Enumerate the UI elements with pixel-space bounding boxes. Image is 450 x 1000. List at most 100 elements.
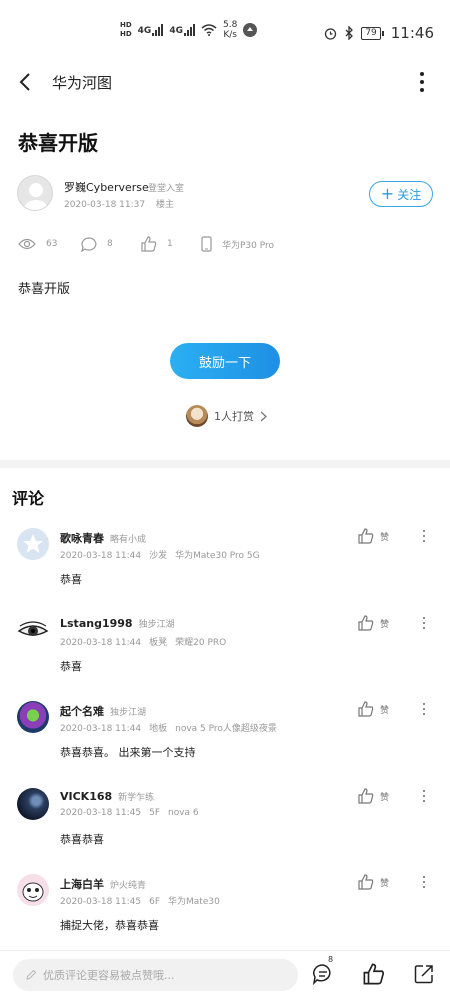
comment-author-level: 独步江湖 (110, 708, 147, 718)
encourage-button[interactable]: 鼓励一下 (170, 343, 280, 379)
comment-avatar[interactable] (17, 701, 49, 733)
like-count: 1 (167, 239, 173, 249)
comment-like-button[interactable]: 赞 (358, 701, 389, 717)
section-divider (0, 460, 450, 468)
comment-like-button[interactable]: 赞 (358, 615, 389, 631)
wifi-icon (201, 24, 217, 36)
comment-item: Lstang1998 独步江湖 2020-03-18 11:44 板凳 荣耀20 PR… (0, 615, 450, 701)
comment-device: 华为Mate30 (168, 897, 220, 907)
comments-button[interactable] (312, 963, 334, 986)
speed-value: 5.8 (222, 20, 238, 30)
comment-author-level: 独步江湖 (138, 620, 175, 630)
thumb-up-icon (363, 963, 384, 985)
comment-author: 歌咏青春 略有小成 (60, 530, 146, 546)
comment-device: nova 6 (168, 808, 199, 818)
author-row: 罗巍Cyberverse 登堂入室 2020-03-18 11:37 楼主 + … (17, 175, 433, 215)
plus-icon: + (380, 184, 395, 203)
comment-author-name[interactable]: VICK168 (60, 790, 112, 803)
network-indicators: HD HD 4G 4G 5.8 K/s (120, 20, 258, 40)
eye-icon (18, 238, 36, 250)
comment-input-placeholder: 优质评论更容易被点赞哦... (43, 969, 175, 982)
post-detail-screen: HD HD 4G 4G 5.8 K/s 79 11:46 华为河图 恭喜开版 罗… (0, 0, 450, 1000)
comment-author: 起个名难 独步江湖 (60, 703, 146, 719)
comment-more-button[interactable] (418, 528, 430, 544)
more-options-button[interactable] (412, 68, 432, 96)
comment-author-name[interactable]: 起个名难 (60, 705, 104, 718)
comment-item: 上海白羊 炉火纯青 2020-03-18 11:45 6F 华为Mate30 捕捉大佬… (0, 874, 450, 960)
author-name[interactable]: 罗巍Cyberverse (64, 179, 149, 195)
comment-bubble-icon (312, 964, 331, 986)
comment-floor: 地板 (149, 724, 168, 734)
share-icon (414, 965, 433, 984)
comment-date: 2020-03-18 11:44 (60, 638, 142, 648)
status-bar: HD HD 4G 4G 5.8 K/s 79 11:46 (0, 18, 450, 52)
author-meta: 2020-03-18 11:37 楼主 (64, 197, 182, 210)
comment-more-button[interactable] (418, 701, 430, 717)
comment-item: 歌咏青春 略有小成 2020-03-18 11:44 沙发 华为Mate30 Pro … (0, 528, 450, 614)
comment-author-level: 炉火纯青 (110, 881, 147, 891)
comment-device: nova 5 Pro人像超级夜景 (175, 724, 277, 734)
like-post-button[interactable] (363, 963, 385, 985)
comment-meta: 2020-03-18 11:44 地板 nova 5 Pro人像超级夜景 (60, 721, 285, 734)
comment-more-button[interactable] (418, 615, 430, 631)
thumb-up-icon (358, 615, 374, 631)
comment-text: 恭喜 (60, 573, 82, 586)
comment-author-name[interactable]: Lstang1998 (60, 617, 133, 630)
post-title: 恭喜开版 (18, 131, 98, 155)
comment-author-level: 新学乍练 (118, 793, 155, 803)
thumb-up-icon (358, 701, 374, 717)
back-button[interactable] (0, 60, 50, 104)
view-stat: 63 (18, 238, 81, 250)
comment-more-button[interactable] (418, 788, 430, 804)
comment-date: 2020-03-18 11:44 (60, 551, 142, 561)
battery-level: 79 (361, 26, 381, 40)
thumb-up-icon (358, 874, 374, 890)
comment-item: VICK168 新学乍练 2020-03-18 11:45 5F nova 6 恭喜恭… (0, 788, 450, 874)
comment-like-button[interactable]: 赞 (358, 528, 389, 544)
alarm-icon (325, 27, 337, 40)
post-body: 恭喜开版 (18, 282, 71, 297)
comment-device: 华为Mate30 Pro 5G (175, 551, 260, 561)
comment-like-button[interactable]: 赞 (358, 788, 389, 804)
battery-icon: 79 (361, 26, 384, 40)
comment-author-name[interactable]: 歌咏青春 (60, 532, 104, 545)
comment-text: 恭喜 (60, 660, 82, 673)
share-button[interactable] (413, 963, 435, 985)
comment-stat: 8 (81, 236, 141, 252)
comment-author-name[interactable]: 上海白羊 (60, 878, 104, 891)
author-avatar[interactable] (17, 175, 53, 211)
like-label: 赞 (380, 532, 390, 543)
like-label: 赞 (380, 705, 390, 716)
comment-item: 起个名难 独步江湖 2020-03-18 11:44 地板 nova 5 Pro人像超… (0, 701, 450, 787)
comment-more-button[interactable] (418, 874, 430, 890)
star-avatar-icon (17, 528, 49, 560)
like-label: 赞 (380, 619, 390, 630)
comment-text: 恭喜恭喜。 出来第一个支持 (60, 746, 196, 759)
comment-floor: 板凳 (149, 638, 168, 648)
device-stat: 华为P30 Pro (201, 236, 274, 252)
comment-input[interactable]: 优质评论更容易被点赞哦... (13, 959, 298, 991)
reward-summary[interactable]: 1人打赏 (186, 405, 267, 427)
comment-author-level: 略有小成 (110, 535, 147, 545)
comment-avatar[interactable] (17, 788, 49, 820)
comment-avatar[interactable] (17, 615, 49, 647)
like-label: 赞 (380, 878, 390, 889)
thumb-up-icon (141, 236, 157, 252)
comment-floor: 沙发 (149, 551, 168, 561)
author-role: 楼主 (155, 200, 174, 210)
comment-like-button[interactable]: 赞 (358, 874, 389, 890)
like-stat[interactable]: 1 (141, 236, 201, 252)
hd-icon: HD HD (120, 21, 132, 38)
follow-button[interactable]: + 关注 (369, 181, 433, 207)
comment-text: 捕捉大佬，恭喜恭喜 (60, 919, 159, 932)
comment-avatar[interactable] (17, 528, 49, 560)
comment-date: 2020-03-18 11:45 (60, 808, 142, 818)
reward-user-avatar (186, 405, 208, 427)
network-type-2: 4G (169, 26, 183, 36)
comment-meta: 2020-03-18 11:45 5F nova 6 (60, 808, 207, 818)
comment-author: VICK168 新学乍练 (60, 790, 154, 803)
like-label: 赞 (380, 792, 390, 803)
comment-device: 荣耀20 PRO (175, 638, 227, 648)
comment-avatar[interactable] (17, 874, 49, 906)
comment-date: 2020-03-18 11:44 (60, 724, 142, 734)
